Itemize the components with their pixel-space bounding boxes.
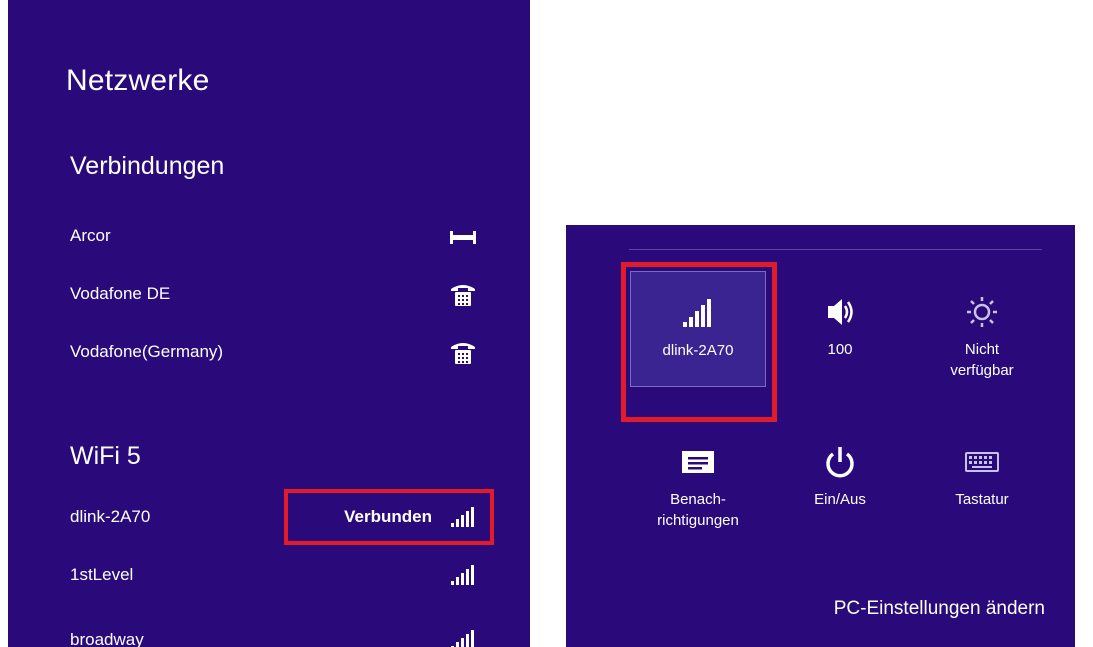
notifications-icon	[678, 445, 718, 479]
mobile-broadband-icon	[448, 339, 478, 365]
networks-panel: Netzwerke Verbindungen Arcor Vodafone DE…	[8, 0, 530, 647]
wifi-name: 1stLevel	[70, 565, 134, 584]
brightness-icon	[962, 295, 1002, 329]
wifi-name: dlink-2A70	[70, 507, 151, 526]
connection-name: Arcor	[70, 226, 111, 245]
keyboard-icon	[962, 445, 1002, 479]
divider	[629, 249, 1042, 250]
panel-title: Netzwerke	[66, 64, 210, 97]
highlight-box	[621, 262, 777, 422]
wifi-item-broadway[interactable]: broadway	[70, 620, 478, 647]
wifi-signal-icon	[448, 562, 478, 588]
connection-name: Vodafone(Germany)	[70, 342, 224, 361]
tile-label: Benach- richtigungen	[657, 491, 739, 529]
connection-item-arcor[interactable]: Arcor	[70, 216, 478, 256]
ethernet-icon	[448, 223, 478, 249]
connection-name: Vodafone DE	[70, 284, 171, 303]
speaker-icon	[820, 295, 860, 329]
connection-item-vodafone-germany[interactable]: Vodafone(Germany)	[70, 332, 478, 372]
connections-heading: Verbindungen	[70, 152, 225, 180]
tile-label: Tastatur	[955, 491, 1009, 508]
wifi-item-1stlevel[interactable]: 1stLevel	[70, 555, 478, 595]
power-tile[interactable]: Ein/Aus	[772, 421, 908, 537]
tile-label: Ein/Aus	[814, 491, 866, 508]
quick-settings-panel: dlink-2A70 100 Nicht verfügbar Benach- r…	[566, 225, 1075, 647]
tile-label: 100	[827, 341, 853, 358]
notifications-tile[interactable]: Benach- richtigungen	[630, 421, 766, 537]
wifi-heading: WiFi 5	[70, 442, 141, 470]
wifi-signal-icon	[448, 627, 478, 647]
mobile-broadband-icon	[448, 281, 478, 307]
wifi-name: broadway	[70, 630, 144, 647]
brightness-tile[interactable]: Nicht verfügbar	[914, 271, 1050, 387]
connection-item-vodafone-de[interactable]: Vodafone DE	[70, 274, 478, 314]
pc-settings-link[interactable]: PC-Einstellungen ändern	[834, 598, 1045, 620]
power-icon	[820, 445, 860, 479]
volume-tile[interactable]: 100	[772, 271, 908, 387]
tile-label: Nicht verfügbar	[950, 341, 1014, 379]
keyboard-tile[interactable]: Tastatur	[914, 421, 1050, 537]
highlight-box	[284, 489, 494, 545]
